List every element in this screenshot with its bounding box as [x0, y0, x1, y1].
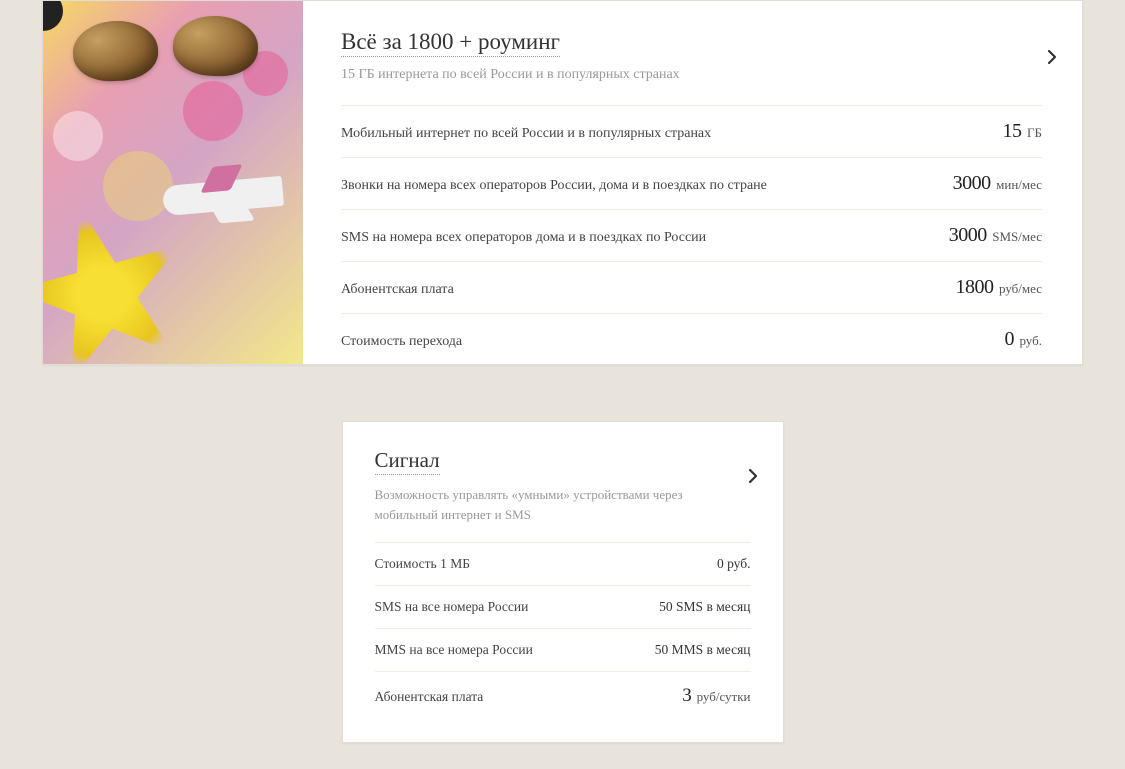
- chevron-right-icon[interactable]: [748, 468, 758, 489]
- tariff-subtitle: Возможность управлять «умными» устройств…: [375, 485, 705, 524]
- feature-value: 3000 SMS/мес: [949, 224, 1042, 247]
- table-row: Стоимость перехода 0 руб.: [341, 313, 1042, 365]
- feature-value: 50 SMS в месяц: [659, 599, 750, 615]
- feature-label: Звонки на номера всех операторов России,…: [341, 178, 953, 194]
- feature-label: SMS на все номера России: [375, 599, 575, 615]
- feature-label: Мобильный интернет по всей России и в по…: [341, 126, 1003, 142]
- feature-value: 1800 руб/мес: [956, 276, 1042, 299]
- table-row: Мобильный интернет по всей России и в по…: [341, 105, 1042, 157]
- feature-label: SMS на номера всех операторов дома и в п…: [341, 230, 949, 246]
- feature-value: 15 ГБ: [1003, 120, 1042, 143]
- table-row: SMS на все номера России 50 SMS в месяц: [375, 585, 751, 628]
- table-row: Стоимость 1 МБ 0 руб.: [375, 542, 751, 585]
- tariff-title[interactable]: Сигнал: [375, 448, 440, 475]
- tariff-subtitle: 15 ГБ интернета по всей России и в попул…: [341, 67, 1042, 83]
- feature-label: MMS на все номера России: [375, 642, 575, 658]
- table-row: SMS на номера всех операторов дома и в п…: [341, 209, 1042, 261]
- feature-value: 0 руб.: [717, 556, 751, 572]
- feature-label: Абонентская плата: [375, 689, 575, 705]
- feature-value: 50 MMS в месяц: [655, 642, 751, 658]
- chevron-right-icon[interactable]: [1047, 49, 1057, 70]
- feature-label: Стоимость 1 МБ: [375, 556, 575, 572]
- tariff-card-roaming: Всё за 1800 + роуминг 15 ГБ интернета по…: [42, 0, 1083, 365]
- feature-value: 3000 мин/мес: [953, 172, 1042, 195]
- feature-value: 3 руб/сутки: [682, 685, 750, 707]
- tariff-hero-image: [43, 1, 303, 364]
- tariff-title[interactable]: Всё за 1800 + роуминг: [341, 29, 560, 57]
- tariff-card-signal: Сигнал Возможность управлять «умными» ус…: [342, 421, 784, 743]
- table-row: Звонки на номера всех операторов России,…: [341, 157, 1042, 209]
- feature-label: Стоимость перехода: [341, 334, 1004, 350]
- table-row: Абонентская плата 3 руб/сутки: [375, 671, 751, 720]
- feature-value: 0 руб.: [1004, 328, 1042, 351]
- table-row: MMS на все номера России 50 MMS в месяц: [375, 628, 751, 671]
- table-row: Абонентская плата 1800 руб/мес: [341, 261, 1042, 313]
- feature-label: Абонентская плата: [341, 282, 956, 298]
